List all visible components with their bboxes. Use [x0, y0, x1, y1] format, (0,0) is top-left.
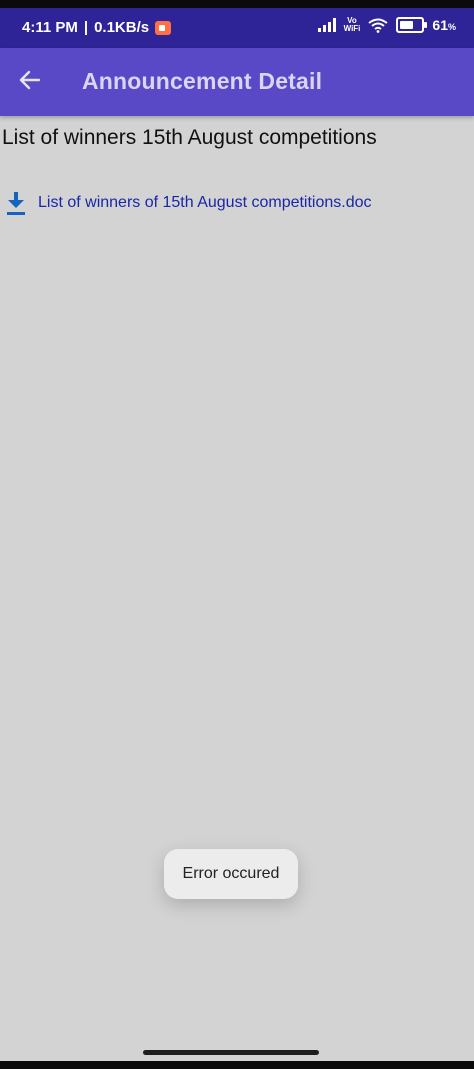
status-bar: 4:11 PM | 0.1KB/s Vo WiFi 61% — [0, 8, 474, 48]
battery-percent: 61% — [432, 17, 456, 33]
attachment-link[interactable]: List of winners of 15th August competiti… — [4, 190, 372, 216]
battery-value: 61 — [432, 17, 448, 33]
download-icon — [7, 192, 25, 215]
back-button[interactable] — [10, 60, 50, 100]
screen-record-icon — [155, 20, 172, 35]
error-toast: Error occured — [164, 849, 298, 899]
home-indicator[interactable] — [143, 1050, 319, 1055]
wifi-icon — [368, 18, 389, 33]
toast-message: Error occured — [182, 865, 280, 882]
battery-level — [400, 21, 413, 29]
app-bar: Announcement Detail — [0, 48, 474, 116]
vowifi-icon: Vo WiFi — [344, 17, 361, 33]
screen: 4:11 PM | 0.1KB/s Vo WiFi 61% Announceme… — [0, 0, 474, 1069]
network-speed: 0.1KB/s — [94, 19, 150, 36]
announcement-title: List of winners 15th August competitions — [2, 126, 377, 149]
battery-unit: % — [447, 22, 456, 32]
status-time: 4:11 PM — [22, 19, 78, 36]
status-right: Vo WiFi 61% — [317, 17, 456, 33]
status-separator: | — [83, 19, 89, 36]
arrow-left-icon — [19, 70, 41, 90]
signal-icon — [317, 18, 336, 32]
battery-icon — [396, 17, 428, 33]
wifi-label: WiFi — [343, 24, 361, 33]
frame-bottom — [0, 1061, 474, 1069]
attachment-name[interactable]: List of winners of 15th August competiti… — [38, 194, 372, 212]
page-title: Announcement Detail — [82, 68, 323, 94]
status-left: 4:11 PM | 0.1KB/s — [22, 19, 172, 36]
frame-top — [0, 0, 474, 8]
